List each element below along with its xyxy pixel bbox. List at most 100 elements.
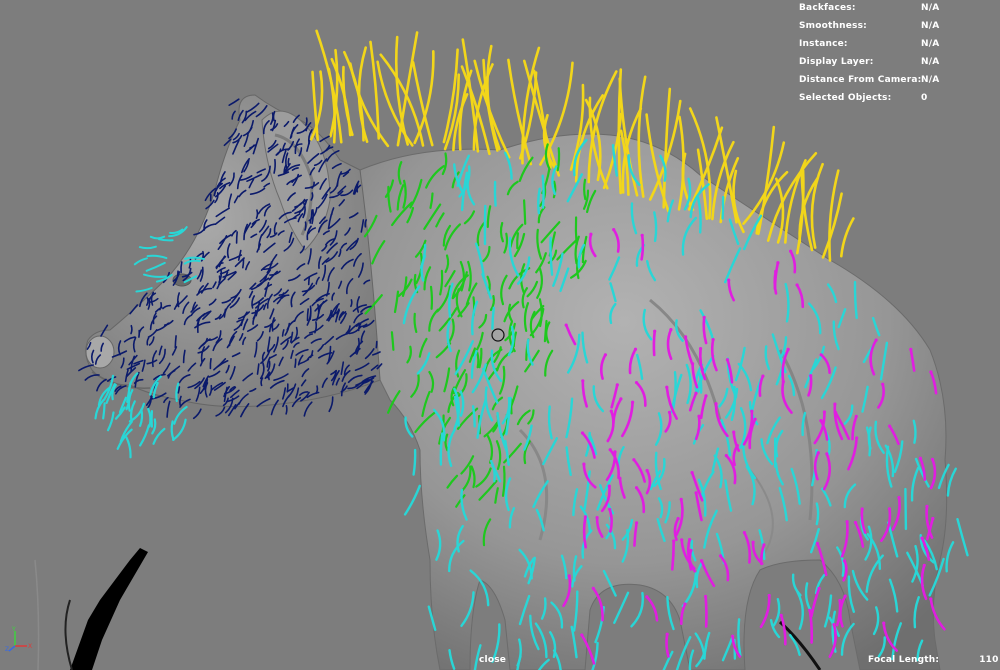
hair-guide-curve[interactable] (349, 62, 390, 148)
hair-guide-curve[interactable] (665, 632, 670, 658)
hair-guide-curve[interactable] (403, 484, 421, 516)
hair-guide-curve[interactable] (413, 50, 435, 145)
hair-guide-curve[interactable] (439, 432, 444, 466)
hair-guide-curve[interactable] (945, 541, 955, 573)
hair-guide-curve[interactable] (583, 178, 587, 201)
hair-guide-curve[interactable] (166, 400, 171, 418)
hair-guide-root (669, 328, 673, 332)
hair-guide-curve[interactable] (179, 395, 182, 406)
maya-viewport[interactable]: Backfaces: N/A Smoothness: N/A Instance:… (0, 0, 1000, 670)
hair-guide-curve[interactable] (904, 487, 908, 531)
hair-guide-curve[interactable] (473, 59, 511, 159)
hair-guide-curve[interactable] (139, 424, 150, 447)
hair-guide-curve[interactable] (808, 609, 814, 644)
hair-guide-curve[interactable] (704, 595, 708, 628)
hair-guide-curve[interactable] (306, 308, 309, 322)
hair-guide-curve[interactable] (574, 216, 578, 246)
hair-guide-root (683, 602, 687, 606)
hair-guide-curve[interactable] (556, 147, 561, 172)
hair-guide-curve[interactable] (146, 254, 168, 260)
hair-guide-curve[interactable] (956, 518, 969, 557)
hair-guide-curve[interactable] (516, 232, 519, 250)
hair-guide-curve[interactable] (138, 245, 157, 250)
hair-guide-curve[interactable] (613, 591, 630, 624)
hair-guide-curve[interactable] (96, 378, 107, 392)
hair-guide-curve[interactable] (412, 448, 417, 476)
hair-guide-curve[interactable] (143, 273, 167, 278)
hair-guide-curve[interactable] (759, 594, 771, 629)
hair-guide-curve[interactable] (721, 195, 725, 220)
hair-guide-curve[interactable] (443, 73, 461, 151)
hair-guide-curve[interactable] (804, 582, 813, 613)
hair-guide-curve[interactable] (671, 539, 675, 571)
hair-guide-curve[interactable] (309, 305, 312, 321)
hair-guide-curve[interactable] (145, 261, 166, 272)
hair-guide-curve[interactable] (303, 401, 313, 417)
hair-guide-curve[interactable] (106, 411, 115, 432)
hair-guide-curve[interactable] (305, 117, 308, 126)
hair-guide-curve[interactable] (307, 276, 311, 286)
hair-guide-curve[interactable] (390, 331, 395, 351)
hair-guide-curve[interactable] (130, 324, 133, 335)
hair-guide-curve[interactable] (810, 162, 824, 249)
hair-guide-curve[interactable] (135, 287, 153, 293)
hair-guide-curve[interactable] (84, 374, 100, 381)
hair-guide-curve[interactable] (102, 402, 106, 420)
hair-guide-curve[interactable] (304, 221, 307, 231)
hair-guide-root (750, 409, 754, 413)
hair-guide-curve[interactable] (231, 110, 236, 120)
hair-guide-curve[interactable] (659, 650, 674, 670)
hair-guide-curve[interactable] (630, 591, 644, 628)
hair-guide-curve[interactable] (133, 257, 148, 266)
hair-guide-curve[interactable] (815, 502, 820, 526)
hair-guide-root (635, 521, 639, 525)
hair-guide-curve[interactable] (823, 594, 833, 628)
hair-guide-curve[interactable] (429, 285, 434, 310)
hair-guide-curve[interactable] (350, 299, 353, 308)
hud-value: N/A (921, 3, 940, 13)
hair-guide-curve[interactable] (840, 217, 855, 258)
hair-guide-curve[interactable] (147, 407, 152, 428)
hyena-head[interactable] (85, 94, 381, 408)
hair-guide-curve[interactable] (652, 329, 656, 357)
hair-guide-curve[interactable] (285, 405, 288, 415)
hair-guide-curve[interactable] (125, 436, 132, 459)
hair-guide-curve[interactable] (287, 157, 290, 166)
hair-guide-root (665, 385, 669, 389)
hair-guide-curve[interactable] (157, 238, 174, 242)
hair-guide-curve[interactable] (180, 261, 183, 274)
hair-guide-curve[interactable] (779, 614, 787, 646)
hair-guide-curve[interactable] (209, 358, 212, 370)
hair-guide-curve[interactable] (476, 351, 480, 369)
hair-guide-curve[interactable] (796, 590, 804, 630)
hair-guide-curve[interactable] (645, 595, 659, 622)
hair-guide-curve[interactable] (791, 573, 802, 597)
hair-guide-curve[interactable] (267, 371, 271, 381)
hair-guide-curve[interactable] (152, 427, 166, 445)
hair-guide-curve[interactable] (375, 340, 378, 349)
hair-guide-curve[interactable] (174, 335, 177, 349)
hair-guide-root (615, 383, 619, 387)
hair-guide-root (776, 261, 780, 265)
hair-guide-root (665, 632, 669, 636)
hair-guide-curve[interactable] (163, 396, 169, 404)
hair-guide-curve[interactable] (946, 467, 957, 497)
hair-guide-curve[interactable] (537, 187, 541, 215)
hair-guide-curve[interactable] (328, 396, 334, 413)
hair-guide-curve[interactable] (149, 235, 166, 240)
hair-guide-curve[interactable] (215, 406, 226, 417)
hair-guide-curve[interactable] (491, 306, 495, 330)
hair-guide-curve[interactable] (640, 234, 645, 261)
hair-guide-curve[interactable] (772, 598, 781, 627)
hair-guide-curve[interactable] (235, 231, 238, 244)
hair-guide-curve[interactable] (228, 98, 240, 106)
hair-guide-curve[interactable] (192, 408, 202, 420)
hair-guide-curve[interactable] (286, 383, 289, 393)
hud-stats-panel: Backfaces: N/A Smoothness: N/A Instance:… (799, 2, 999, 110)
hair-guide-curve[interactable] (541, 174, 545, 209)
hair-guide-curve[interactable] (523, 199, 527, 225)
hair-guide-curve[interactable] (242, 258, 245, 269)
hair-guide-curve[interactable] (493, 180, 497, 207)
hair-guide-curve[interactable] (835, 599, 842, 627)
hair-guide-curve[interactable] (294, 358, 297, 368)
